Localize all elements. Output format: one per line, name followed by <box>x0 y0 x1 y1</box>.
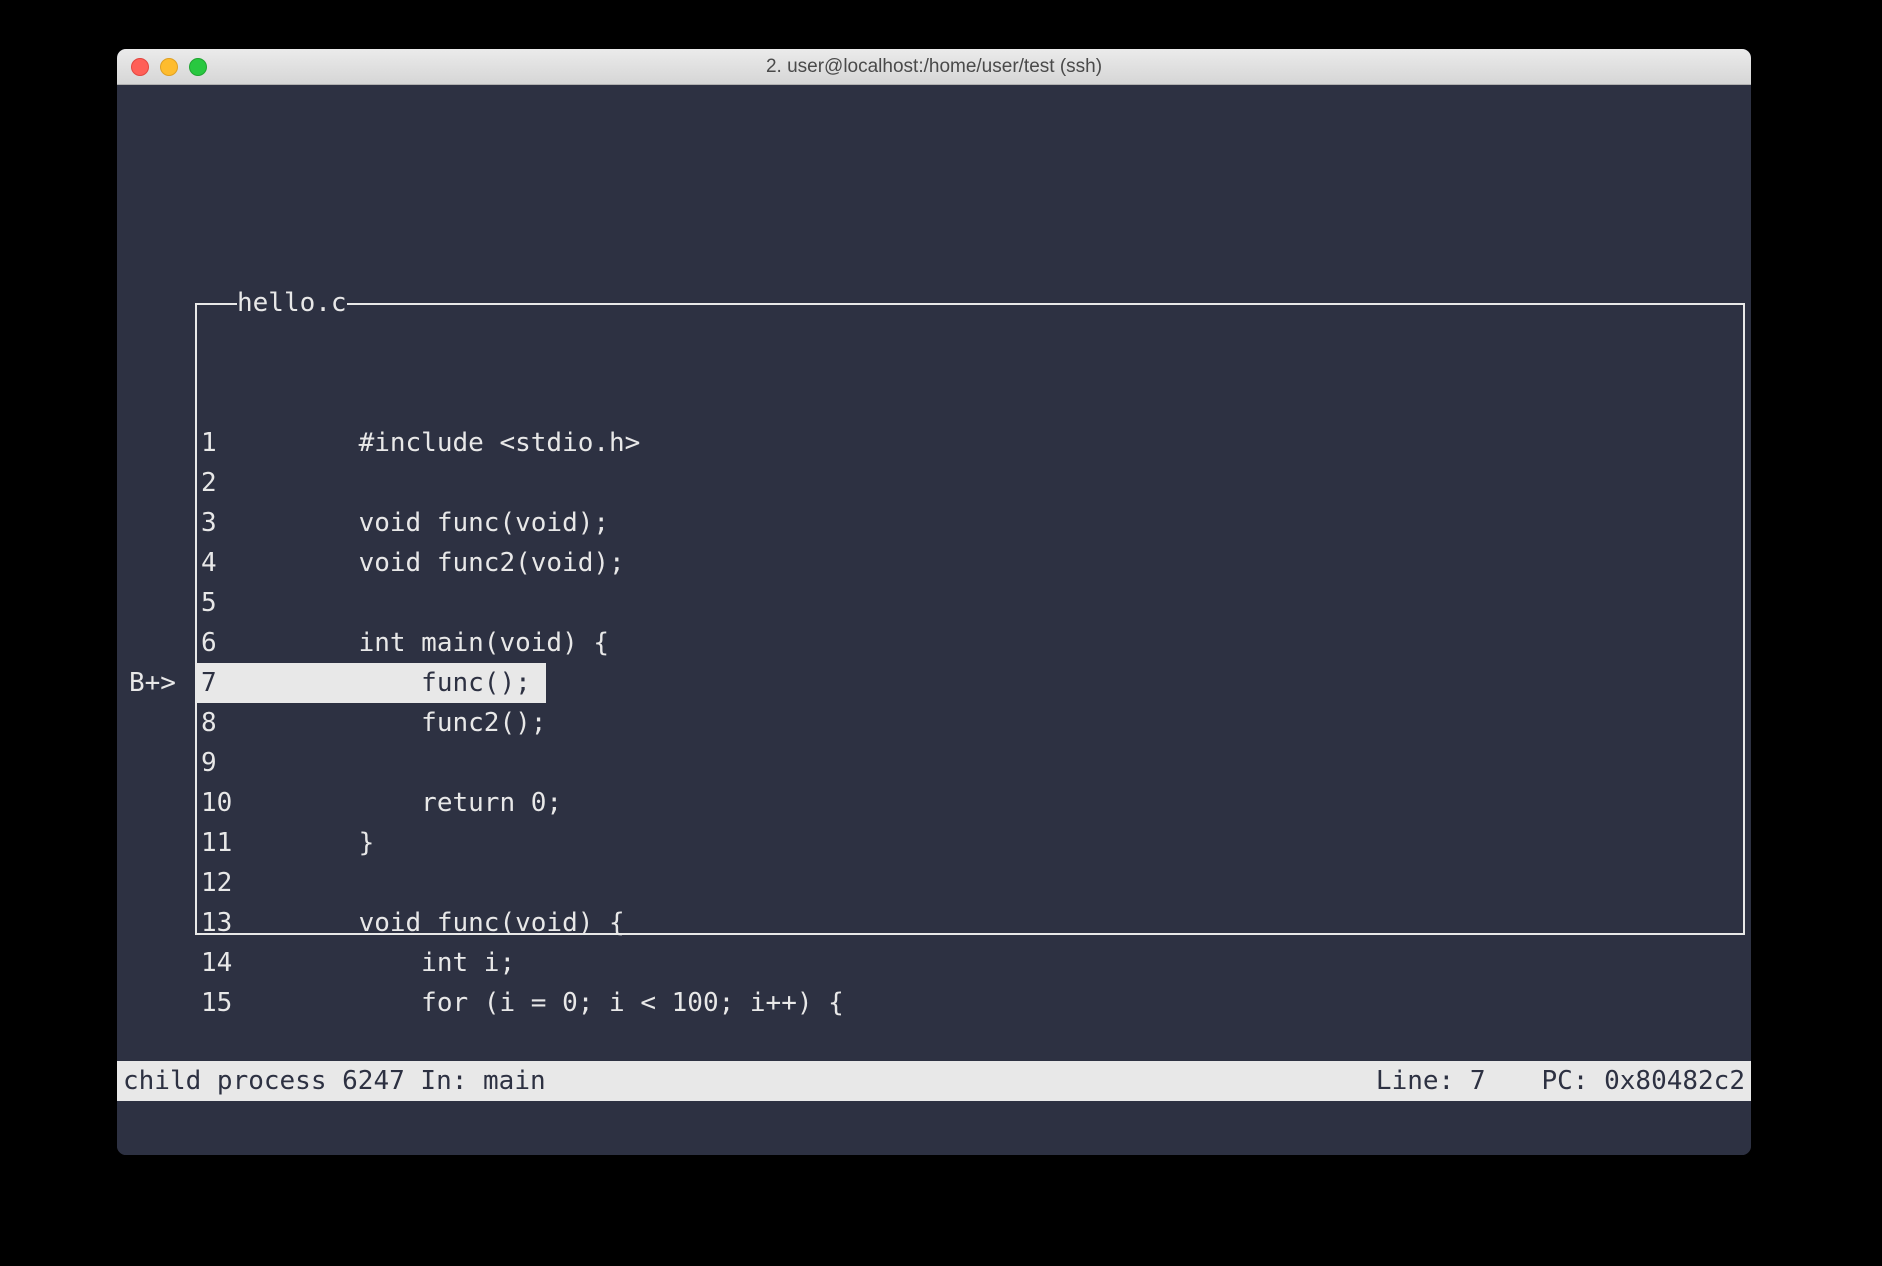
window-title: 2. user@localhost:/home/user/test (ssh) <box>117 56 1751 78</box>
window-controls <box>117 58 207 76</box>
breakpoint-gutter: B+> <box>123 663 195 703</box>
gdb-tui-source-pane: hello.c 1 #include <stdio.h>23 void func… <box>123 291 1745 935</box>
line-number: 15 <box>195 983 249 1023</box>
source-line: 15 for (i = 0; i < 100; i++) { <box>123 983 1745 1023</box>
source-line: 14 int i; <box>123 943 1745 983</box>
line-number: 14 <box>195 943 249 983</box>
source-code: for (i = 0; i < 100; i++) { <box>249 983 1745 1023</box>
terminal-window: 2. user@localhost:/home/user/test (ssh) … <box>116 48 1752 1156</box>
zoom-icon[interactable] <box>189 58 207 76</box>
window-titlebar[interactable]: 2. user@localhost:/home/user/test (ssh) <box>117 49 1751 85</box>
tui-filename: hello.c <box>237 283 347 323</box>
tui-frame: hello.c <box>195 303 1745 935</box>
minimize-icon[interactable] <box>160 58 178 76</box>
source-code: int i; <box>249 943 1745 983</box>
terminal-viewport[interactable]: hello.c 1 #include <stdio.h>23 void func… <box>117 85 1751 1155</box>
close-icon[interactable] <box>131 58 149 76</box>
